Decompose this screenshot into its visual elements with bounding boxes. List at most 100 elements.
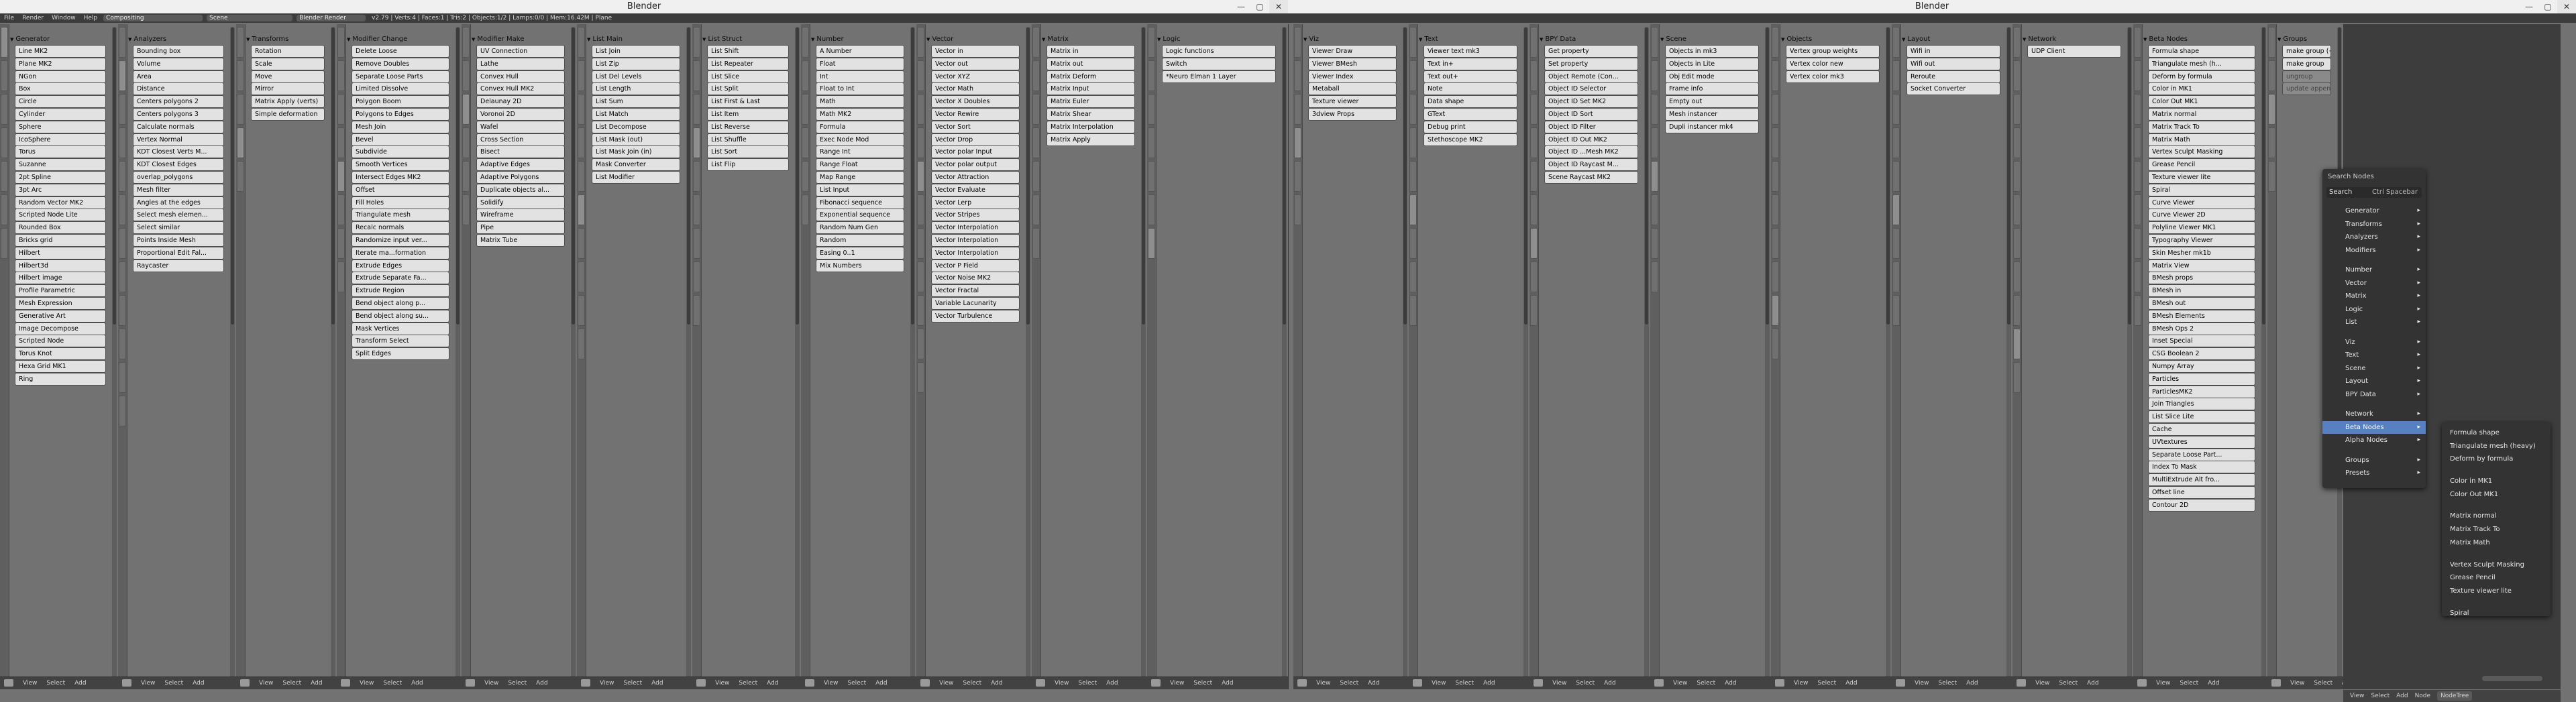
menu-item-layout[interactable]: Layout ▸ bbox=[2322, 375, 2426, 388]
header-menu-add[interactable]: Add bbox=[1368, 677, 1379, 689]
vertical-tab[interactable] bbox=[119, 127, 126, 158]
editor-type-icon[interactable] bbox=[2271, 679, 2281, 687]
vertical-tab[interactable] bbox=[1409, 295, 1417, 326]
node-button[interactable]: Objects in mk3 bbox=[1665, 45, 1759, 58]
node-button[interactable]: Vector polar output bbox=[931, 158, 1020, 172]
scrollbar-thumb[interactable] bbox=[1886, 27, 1890, 325]
node-button[interactable]: List Sum bbox=[592, 95, 680, 109]
node-button[interactable]: Viewer text mk3 bbox=[1424, 45, 1517, 58]
vertical-tab[interactable] bbox=[917, 127, 924, 158]
node-button[interactable]: Exponential sequence bbox=[816, 209, 904, 222]
header-menu-view[interactable]: View bbox=[2035, 677, 2049, 689]
panel-header[interactable]: ▼ Generator bbox=[10, 36, 110, 44]
editor-type-icon[interactable] bbox=[240, 679, 250, 687]
panel-scrollbar[interactable] bbox=[230, 27, 235, 687]
scrollbar-thumb[interactable] bbox=[2007, 27, 2010, 325]
node-button[interactable]: Random Num Gen bbox=[816, 221, 904, 235]
node-button[interactable]: KDT Closest Verts M... bbox=[133, 145, 224, 159]
vertical-tab[interactable] bbox=[1892, 161, 1900, 192]
node-button[interactable]: Contour 2D bbox=[2148, 498, 2255, 512]
vertical-tab[interactable] bbox=[578, 228, 585, 259]
vertical-tab[interactable] bbox=[2013, 228, 2021, 259]
vertical-tab[interactable] bbox=[578, 127, 585, 158]
header-menu-add[interactable]: Add bbox=[2087, 677, 2098, 689]
layout-selector[interactable]: Compositing bbox=[103, 15, 203, 21]
node-button[interactable]: Note bbox=[1424, 82, 1517, 96]
node-tree-selector[interactable]: NodeTree bbox=[2437, 691, 2473, 701]
vertical-tab[interactable] bbox=[1148, 228, 1155, 259]
collapse-triangle-icon[interactable]: ▼ bbox=[2277, 37, 2281, 42]
header-menu-add[interactable]: Add bbox=[2208, 677, 2219, 689]
node-button[interactable]: Vector Noise MK2 bbox=[931, 272, 1020, 285]
node-button[interactable]: Vector Stripes bbox=[931, 209, 1020, 222]
collapse-triangle-icon[interactable]: ▼ bbox=[1419, 37, 1422, 42]
node-button[interactable]: Hexa Grid MK1 bbox=[15, 359, 106, 373]
node-button[interactable]: Float to Int bbox=[816, 82, 904, 96]
node-button[interactable]: Vector Interpolation bbox=[931, 233, 1020, 247]
panel-scrollbar[interactable] bbox=[1523, 27, 1528, 687]
node-button[interactable]: Vector Sort bbox=[931, 120, 1020, 133]
vertical-tab[interactable] bbox=[2134, 261, 2141, 292]
node-button[interactable]: overlap_polygons bbox=[133, 170, 224, 184]
node-button[interactable]: Area bbox=[133, 70, 224, 83]
header-menu-view[interactable]: View bbox=[939, 677, 953, 689]
vertical-tab[interactable] bbox=[462, 94, 470, 125]
node-button[interactable]: BMesh Ops 2 bbox=[2148, 322, 2255, 335]
panel-header[interactable]: ▼ Viz bbox=[1303, 36, 1401, 44]
vertical-tab[interactable] bbox=[2013, 261, 2021, 292]
node-button[interactable]: Matrix out bbox=[1046, 57, 1135, 70]
scrollbar-thumb[interactable] bbox=[687, 27, 690, 325]
node-button[interactable]: Random bbox=[816, 233, 904, 247]
node-button[interactable]: Range Int bbox=[816, 145, 904, 159]
node-button[interactable]: Typography Viewer bbox=[2148, 233, 2255, 247]
node-button[interactable]: Fibonacci sequence bbox=[816, 196, 904, 209]
node-button[interactable]: Matrix Deform bbox=[1046, 70, 1135, 83]
vertical-tab[interactable] bbox=[1651, 228, 1658, 259]
node-button[interactable]: Adaptive Polygons bbox=[476, 170, 565, 184]
node-button[interactable]: Distance bbox=[133, 82, 224, 96]
editor-type-icon[interactable] bbox=[1896, 679, 1905, 687]
editor-type-icon[interactable] bbox=[122, 679, 131, 687]
vertical-tab[interactable] bbox=[802, 27, 809, 58]
editor-type-icon[interactable] bbox=[1534, 679, 1543, 687]
header-menu-add[interactable]: Add bbox=[875, 677, 887, 689]
menu-item-alpha-nodes[interactable]: Alpha Nodes ▸ bbox=[2322, 434, 2426, 447]
node-button[interactable]: Proportional Edit Fal... bbox=[133, 246, 224, 259]
node-button[interactable]: Triangulate mesh (h... bbox=[2148, 57, 2255, 70]
panel-scrollbar[interactable] bbox=[2127, 27, 2132, 687]
vertical-tab[interactable] bbox=[462, 60, 470, 91]
header-menu-view[interactable]: View bbox=[23, 677, 37, 689]
node-button[interactable]: Stethoscope MK2 bbox=[1424, 133, 1517, 146]
editor-type-icon[interactable] bbox=[1297, 679, 1307, 687]
vertical-tab[interactable] bbox=[693, 94, 700, 125]
node-button[interactable]: ParticlesMK2 bbox=[2148, 385, 2255, 398]
node-button[interactable]: Scripted Node bbox=[15, 335, 106, 348]
node-button[interactable]: Vertex group weights bbox=[1786, 45, 1880, 58]
header-menu-select[interactable]: Select bbox=[2180, 677, 2198, 689]
editor-type-icon[interactable] bbox=[1775, 679, 1784, 687]
vertical-tab[interactable] bbox=[802, 194, 809, 225]
scrollbar-thumb[interactable] bbox=[1026, 27, 1030, 325]
vertical-tab[interactable] bbox=[1530, 295, 1538, 326]
vertical-tab[interactable] bbox=[1892, 127, 1900, 158]
collapse-triangle-icon[interactable]: ▼ bbox=[347, 37, 350, 42]
node-button[interactable]: Viewer Index bbox=[1308, 70, 1397, 83]
collapse-triangle-icon[interactable]: ▼ bbox=[2023, 37, 2026, 42]
scrollbar-thumb[interactable] bbox=[2262, 27, 2265, 325]
node-button[interactable]: A Number bbox=[816, 45, 904, 58]
vertical-tab[interactable] bbox=[1294, 60, 1301, 91]
vertical-tab[interactable] bbox=[337, 127, 345, 158]
vertical-tab[interactable] bbox=[1032, 194, 1040, 225]
vertical-tab[interactable] bbox=[917, 60, 924, 91]
node-button[interactable]: Vertex Normal bbox=[133, 133, 224, 146]
node-button[interactable]: Suzanne bbox=[15, 158, 106, 172]
editor-type-icon[interactable] bbox=[1654, 679, 1664, 687]
menu-item-modifiers[interactable]: Modifiers ▸ bbox=[2322, 244, 2426, 257]
node-button[interactable]: Formula shape bbox=[2148, 45, 2255, 58]
node-button[interactable]: Object ID Out MK2 bbox=[1544, 133, 1638, 146]
node-button[interactable]: Wireframe bbox=[476, 209, 565, 222]
header-menu-add[interactable]: Add bbox=[193, 677, 204, 689]
node-button[interactable]: Mesh Join bbox=[352, 120, 449, 133]
vertical-tab[interactable] bbox=[337, 94, 345, 125]
scene-selector[interactable]: Scene bbox=[207, 15, 293, 21]
